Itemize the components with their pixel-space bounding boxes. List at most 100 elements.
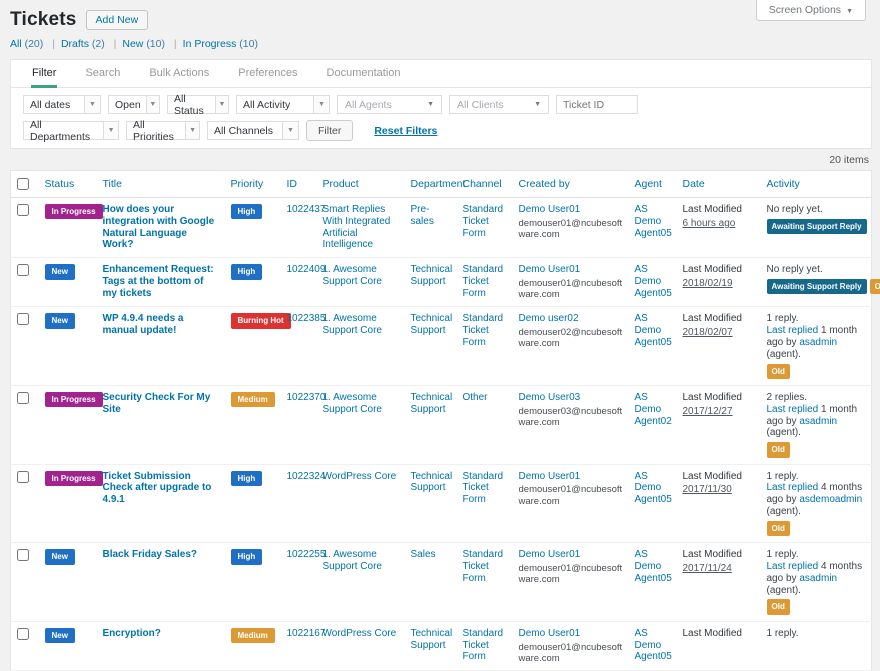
channel-link[interactable]: Standard Ticket Form	[463, 628, 504, 663]
agent-link[interactable]: AS Demo Agent05	[635, 204, 672, 239]
product-link[interactable]: WordPress Core	[323, 628, 397, 639]
ticket-id-link[interactable]: 1022437	[287, 204, 326, 215]
ticket-title-link[interactable]: Security Check For My Site	[103, 392, 219, 416]
row-checkbox[interactable]	[17, 264, 29, 277]
header-department[interactable]: Department	[411, 178, 466, 190]
tab-documentation[interactable]: Documentation	[326, 60, 402, 87]
header-channel[interactable]: Channel	[463, 178, 502, 190]
row-checkbox[interactable]	[17, 627, 29, 640]
channels-select[interactable]: All Channels ▼	[207, 121, 299, 140]
clients-select[interactable]: All Clients ▼	[449, 95, 549, 114]
header-priority[interactable]: Priority	[231, 178, 264, 190]
product-link[interactable]: 1. Awesome Support Core	[323, 549, 382, 572]
tab-bulk-actions[interactable]: Bulk Actions	[148, 60, 210, 87]
last-replied-link[interactable]: Last replied	[767, 404, 819, 415]
ticket-id-link[interactable]: 1022385	[287, 313, 326, 324]
agent-link[interactable]: AS Demo Agent05	[635, 549, 672, 584]
department-link[interactable]: Pre-sales	[411, 204, 434, 227]
replied-agent-link[interactable]: asadmin	[799, 337, 837, 348]
row-checkbox[interactable]	[17, 392, 29, 405]
header-activity[interactable]: Activity	[767, 178, 800, 190]
priorities-select[interactable]: All Priorities ▼	[126, 119, 200, 143]
tab-preferences[interactable]: Preferences	[237, 60, 298, 87]
ticket-id-input[interactable]	[556, 95, 638, 114]
department-link[interactable]: Technical Support	[411, 471, 453, 494]
channel-link[interactable]: Standard Ticket Form	[463, 313, 504, 348]
channel-link[interactable]: Standard Ticket Form	[463, 204, 504, 239]
screen-options-button[interactable]: Screen Options ▼	[755, 0, 866, 21]
dates-select[interactable]: All dates ▼	[23, 95, 101, 114]
ticket-id-link[interactable]: 1022409	[287, 264, 326, 275]
ticket-title-link[interactable]: WP 4.9.4 needs a manual update!	[103, 313, 219, 337]
product-link[interactable]: WordPress Core	[323, 471, 397, 482]
row-checkbox[interactable]	[17, 313, 29, 326]
replied-agent-link[interactable]: asadmin	[799, 573, 837, 584]
created-by-link[interactable]: Demo User03	[519, 392, 581, 403]
header-title[interactable]: Title	[103, 178, 122, 190]
agent-link[interactable]: AS Demo Agent05	[635, 313, 672, 348]
view-drafts-link[interactable]: Drafts (2)	[61, 38, 105, 50]
view-in-progress-link[interactable]: In Progress (10)	[183, 38, 258, 50]
department-link[interactable]: Sales	[411, 549, 436, 560]
date-value-link[interactable]: 2018/02/07	[683, 327, 733, 339]
created-by-link[interactable]: Demo User01	[519, 264, 581, 275]
created-by-link[interactable]: Demo User01	[519, 471, 581, 482]
agents-select[interactable]: All Agents ▼	[337, 95, 442, 114]
channel-link[interactable]: Standard Ticket Form	[463, 549, 504, 584]
agent-link[interactable]: AS Demo Agent05	[635, 264, 672, 299]
add-new-button[interactable]: Add New	[85, 9, 149, 30]
ticket-title-link[interactable]: Ticket Submission Check after upgrade to…	[103, 471, 219, 506]
replied-agent-link[interactable]: asadmin	[799, 416, 837, 427]
ticket-id-link[interactable]: 1022324	[287, 471, 326, 482]
department-link[interactable]: Technical Support	[411, 313, 453, 336]
row-checkbox[interactable]	[17, 204, 29, 216]
date-value-link[interactable]: 2017/12/27	[683, 406, 733, 418]
channel-link[interactable]: Standard Ticket Form	[463, 264, 504, 299]
product-link[interactable]: Smart Replies With Integrated Artificial…	[323, 204, 391, 250]
row-checkbox[interactable]	[17, 549, 29, 562]
status-select[interactable]: All Status ▼	[167, 93, 229, 117]
ticket-title-link[interactable]: Encryption?	[103, 628, 161, 640]
view-all-link[interactable]: All (20)	[10, 38, 43, 50]
open-closed-select[interactable]: Open ▼	[108, 95, 160, 114]
date-value-link[interactable]: 2018/02/19	[683, 278, 733, 290]
department-link[interactable]: Technical Support	[411, 392, 453, 415]
channel-link[interactable]: Other	[463, 392, 488, 403]
created-by-link[interactable]: Demo user02	[519, 313, 579, 324]
reset-filters-link[interactable]: Reset Filters	[374, 125, 437, 137]
product-link[interactable]: 1. Awesome Support Core	[323, 313, 382, 336]
ticket-title-link[interactable]: Black Friday Sales?	[103, 549, 198, 561]
ticket-id-link[interactable]: 1022167	[287, 628, 326, 639]
select-all-checkbox[interactable]	[17, 178, 29, 190]
date-value-link[interactable]: 2017/11/24	[683, 563, 732, 575]
department-link[interactable]: Technical Support	[411, 628, 453, 651]
header-status[interactable]: Status	[45, 178, 75, 190]
product-link[interactable]: 1. Awesome Support Core	[323, 392, 382, 415]
ticket-id-link[interactable]: 1022370	[287, 392, 326, 403]
agent-link[interactable]: AS Demo Agent02	[635, 392, 672, 427]
created-by-link[interactable]: Demo User01	[519, 549, 581, 560]
date-value-link[interactable]: 6 hours ago	[683, 218, 736, 230]
date-value-link[interactable]: 2017/11/30	[683, 484, 732, 496]
last-replied-link[interactable]: Last replied	[767, 325, 819, 336]
view-new-link[interactable]: New (10)	[122, 38, 165, 50]
ticket-title-link[interactable]: How does your integration with Google Na…	[103, 204, 219, 251]
header-product[interactable]: Product	[323, 178, 359, 190]
channel-link[interactable]: Standard Ticket Form	[463, 471, 504, 506]
replied-agent-link[interactable]: asdemoadmin	[799, 494, 862, 505]
ticket-title-link[interactable]: Enhancement Request: Tags at the bottom …	[103, 264, 219, 299]
filter-button[interactable]: Filter	[306, 120, 354, 141]
last-replied-link[interactable]: Last replied	[767, 482, 819, 493]
header-agent[interactable]: Agent	[635, 178, 662, 190]
created-by-link[interactable]: Demo User01	[519, 628, 581, 639]
header-created-by[interactable]: Created by	[519, 178, 570, 190]
tab-search[interactable]: Search	[84, 60, 121, 87]
ticket-id-link[interactable]: 1022255	[287, 549, 326, 560]
header-date[interactable]: Date	[683, 178, 705, 190]
tab-filter[interactable]: Filter	[31, 60, 58, 88]
created-by-link[interactable]: Demo User01	[519, 204, 581, 215]
product-link[interactable]: 1. Awesome Support Core	[323, 264, 382, 287]
agent-link[interactable]: AS Demo Agent05	[635, 471, 672, 506]
department-link[interactable]: Technical Support	[411, 264, 453, 287]
agent-link[interactable]: AS Demo Agent05	[635, 628, 672, 663]
